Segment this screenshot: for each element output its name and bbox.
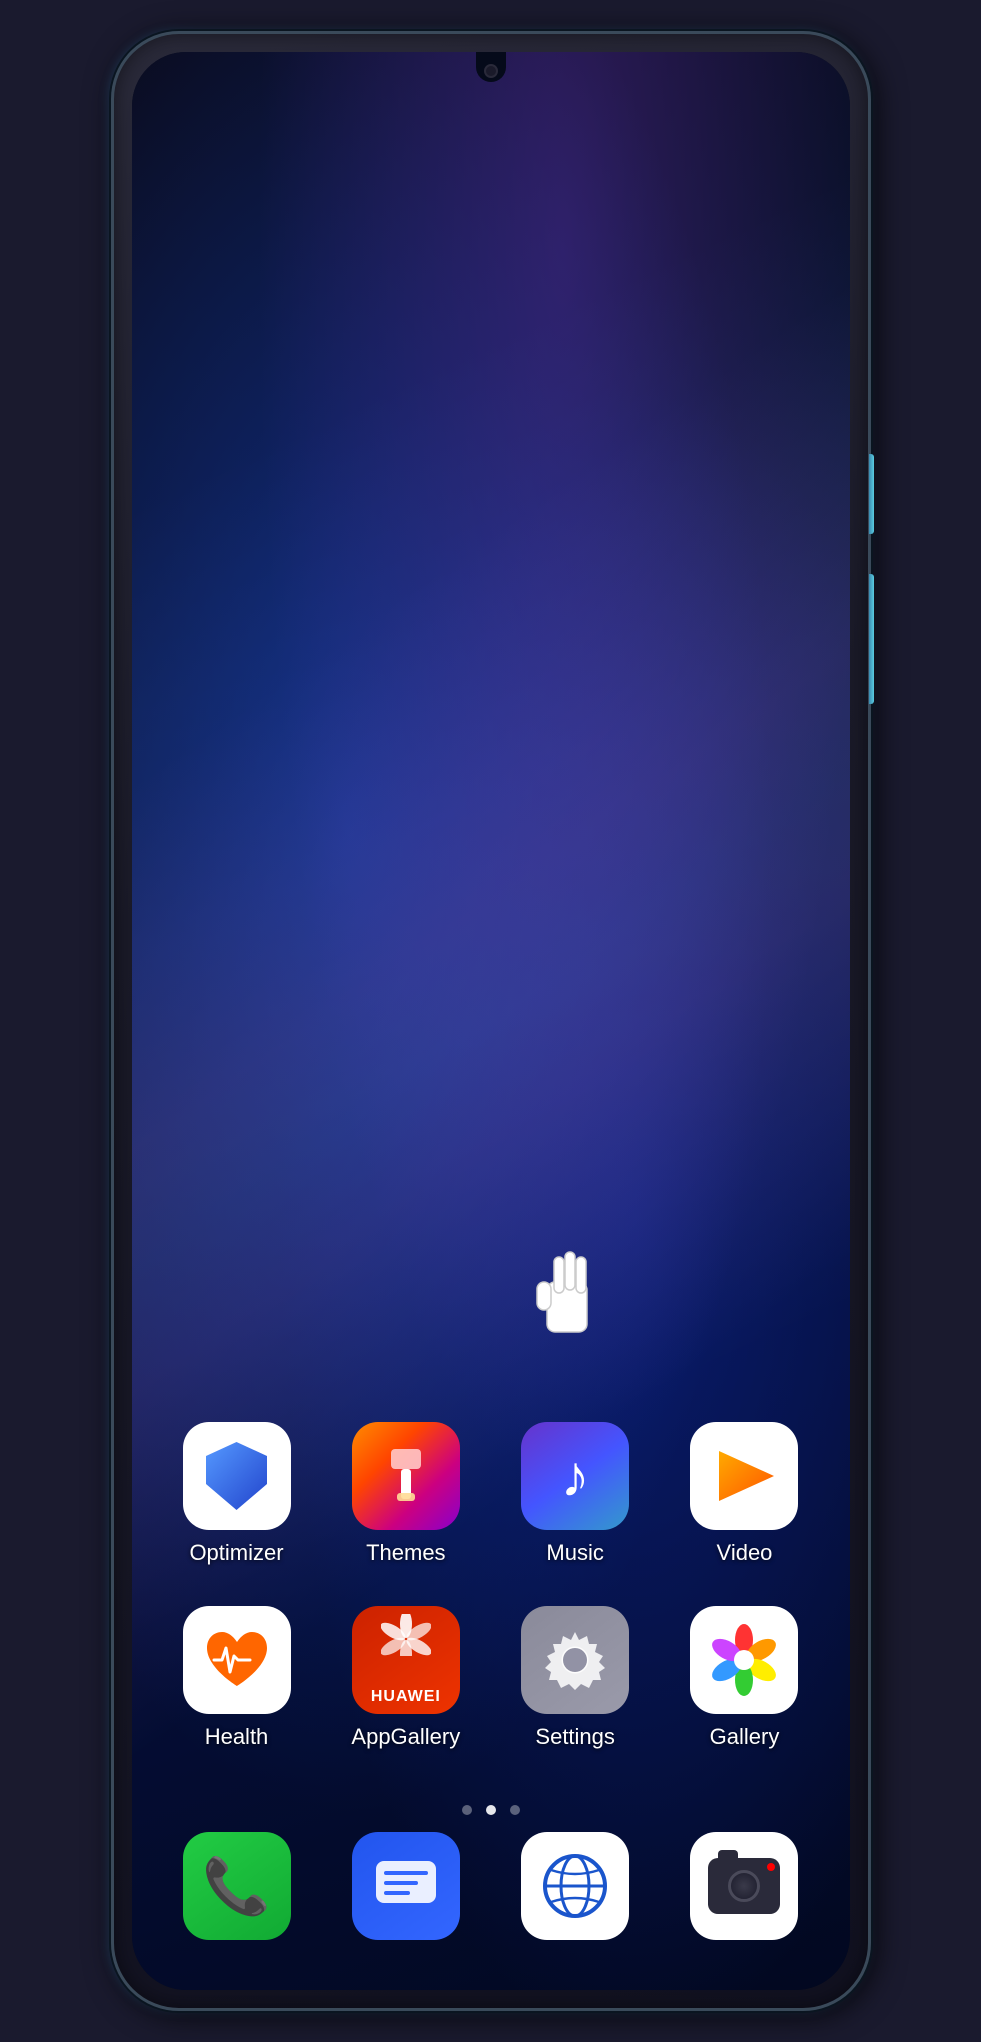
music-note-icon: ♪ <box>561 1443 590 1510</box>
dock-item-phone[interactable]: 📞 <box>172 1832 302 1950</box>
app-icon-gallery <box>690 1606 798 1714</box>
dock: 📞 <box>132 1832 850 1950</box>
app-item-gallery[interactable]: Gallery <box>679 1606 809 1750</box>
app-icon-optimizer <box>183 1422 291 1530</box>
app-icon-video <box>690 1422 798 1530</box>
app-label-settings: Settings <box>535 1724 615 1750</box>
phone-screen: Optimizer Themes <box>132 52 850 1990</box>
volume-up-button[interactable] <box>869 454 874 534</box>
phone-call-icon: 📞 <box>202 1854 270 1919</box>
app-grid: Optimizer Themes <box>132 1422 850 1790</box>
app-icon-themes <box>352 1422 460 1530</box>
app-label-health: Health <box>205 1724 269 1750</box>
page-dot-1[interactable] <box>462 1805 472 1815</box>
app-item-music[interactable]: ♪ Music <box>510 1422 640 1566</box>
camera-body <box>708 1858 780 1914</box>
video-play-icon <box>709 1446 779 1506</box>
page-indicators <box>132 1805 850 1815</box>
app-label-video: Video <box>717 1540 773 1566</box>
huawei-logo-icon <box>381 1614 431 1656</box>
optimizer-shield-icon <box>204 1440 269 1512</box>
app-item-themes[interactable]: Themes <box>341 1422 471 1566</box>
app-item-video[interactable]: Video <box>679 1422 809 1566</box>
gallery-flower-icon <box>708 1624 780 1696</box>
app-label-music: Music <box>546 1540 603 1566</box>
app-icon-appgallery: HUAWEI <box>352 1606 460 1714</box>
camera-record-dot <box>767 1863 775 1871</box>
app-label-gallery: Gallery <box>710 1724 780 1750</box>
health-heart-icon <box>202 1628 272 1693</box>
app-icon-browser <box>521 1832 629 1940</box>
app-item-health[interactable]: Health <box>172 1606 302 1750</box>
front-camera <box>484 64 498 78</box>
app-item-appgallery[interactable]: HUAWEI AppGallery <box>341 1606 471 1750</box>
settings-gear-icon <box>539 1624 611 1696</box>
huawei-brand-text: HUAWEI <box>371 1688 441 1706</box>
messages-bubble-icon <box>372 1857 440 1915</box>
app-row-1: Optimizer Themes <box>172 1422 810 1566</box>
app-icon-music: ♪ <box>521 1422 629 1530</box>
app-icon-health <box>183 1606 291 1714</box>
app-item-settings[interactable]: Settings <box>510 1606 640 1750</box>
app-label-optimizer: Optimizer <box>189 1540 283 1566</box>
power-button[interactable] <box>869 574 874 704</box>
themes-brush-icon <box>371 1441 441 1511</box>
app-label-appgallery: AppGallery <box>351 1724 460 1750</box>
app-item-optimizer[interactable]: Optimizer <box>172 1422 302 1566</box>
app-icon-camera <box>690 1832 798 1940</box>
page-dot-2[interactable] <box>486 1805 496 1815</box>
camera-lens-icon <box>728 1870 760 1902</box>
dock-item-browser[interactable] <box>510 1832 640 1950</box>
dock-item-camera[interactable] <box>679 1832 809 1950</box>
app-row-2: Health <box>172 1606 810 1750</box>
dock-item-messages[interactable] <box>341 1832 471 1950</box>
phone-device: Optimizer Themes <box>111 31 871 2011</box>
app-icon-messages <box>352 1832 460 1940</box>
app-icon-phone: 📞 <box>183 1832 291 1940</box>
app-label-themes: Themes <box>366 1540 445 1566</box>
browser-globe-icon <box>539 1850 611 1922</box>
app-icon-settings <box>521 1606 629 1714</box>
page-dot-3[interactable] <box>510 1805 520 1815</box>
